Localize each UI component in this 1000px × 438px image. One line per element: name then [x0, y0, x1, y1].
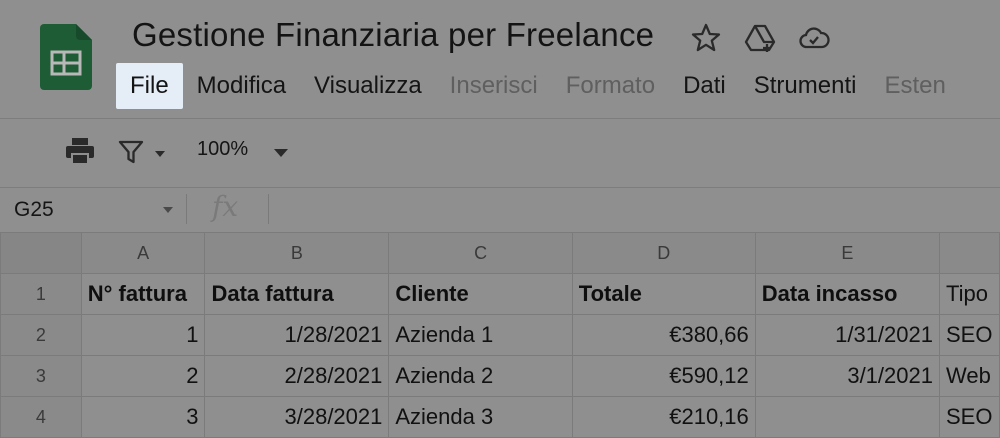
- cell[interactable]: €380,66: [571, 314, 756, 356]
- menu-dati[interactable]: Dati: [669, 63, 740, 109]
- formula-separator-2: [268, 194, 269, 224]
- column-header-f[interactable]: [938, 232, 1000, 274]
- cell[interactable]: 3/28/2021: [204, 396, 390, 438]
- zoom-dropdown-icon[interactable]: [273, 148, 289, 158]
- column-header-e[interactable]: E: [754, 232, 940, 274]
- menu-bar: File Modifica Visualizza Inserisci Forma…: [116, 63, 960, 109]
- filter-icon[interactable]: [118, 140, 144, 164]
- menu-file[interactable]: File: [116, 63, 183, 109]
- menu-formato[interactable]: Formato: [552, 63, 669, 109]
- name-box-dropdown-icon[interactable]: [162, 206, 174, 214]
- name-box[interactable]: G25: [14, 198, 54, 222]
- table-row: 4 3 3/28/2021 Azienda 3 €210,16 SEO: [0, 396, 1000, 438]
- table-row: 1 N° fattura Data fattura Cliente Totale…: [0, 273, 1000, 315]
- cell[interactable]: Azienda 3: [388, 396, 573, 438]
- menu-estensioni[interactable]: Esten: [870, 63, 959, 109]
- move-to-drive-icon[interactable]: [744, 22, 776, 54]
- document-title[interactable]: Gestione Finanziaria per Freelance: [132, 16, 654, 54]
- spreadsheet-grid: A B C D E 1 N° fattura Data fattura Clie…: [0, 232, 1000, 438]
- cell[interactable]: 1: [80, 314, 206, 356]
- table-row: 2 1 1/28/2021 Azienda 1 €380,66 1/31/202…: [0, 314, 1000, 356]
- cell[interactable]: 1/31/2021: [754, 314, 940, 356]
- formula-input[interactable]: [282, 192, 982, 228]
- cell[interactable]: Data fattura: [204, 273, 390, 315]
- cell[interactable]: SEO: [938, 396, 1000, 438]
- cell[interactable]: Azienda 2: [388, 355, 573, 397]
- menu-strumenti[interactable]: Strumenti: [740, 63, 871, 109]
- cell[interactable]: Web: [938, 355, 1000, 397]
- row-header[interactable]: 2: [0, 314, 82, 356]
- cell[interactable]: 2/28/2021: [204, 355, 390, 397]
- menu-visualizza[interactable]: Visualizza: [300, 63, 436, 109]
- menu-inserisci[interactable]: Inserisci: [436, 63, 552, 109]
- zoom-select[interactable]: 100%: [197, 138, 248, 161]
- column-header-a[interactable]: A: [80, 232, 206, 274]
- cell[interactable]: Totale: [571, 273, 756, 315]
- column-header-c[interactable]: C: [388, 232, 573, 274]
- cell[interactable]: Tipo: [938, 273, 1000, 315]
- column-header-d[interactable]: D: [571, 232, 756, 274]
- cloud-saved-icon[interactable]: [798, 22, 830, 54]
- star-icon[interactable]: [690, 22, 722, 54]
- header-divider: [0, 118, 1000, 119]
- app-header: Gestione Finanziaria per Freelance File …: [0, 0, 1000, 118]
- select-all-corner[interactable]: [0, 232, 82, 274]
- toolbar: [0, 120, 1000, 186]
- cell[interactable]: 1/28/2021: [204, 314, 390, 356]
- cell[interactable]: Azienda 1: [388, 314, 573, 356]
- column-header-b[interactable]: B: [204, 232, 390, 274]
- fx-icon: fx: [212, 190, 239, 223]
- cell[interactable]: 3/1/2021: [754, 355, 940, 397]
- cell[interactable]: €210,16: [571, 396, 756, 438]
- cell[interactable]: 3: [80, 396, 206, 438]
- cell[interactable]: €590,12: [571, 355, 756, 397]
- cell[interactable]: Cliente: [388, 273, 573, 315]
- table-row: 3 2 2/28/2021 Azienda 2 €590,12 3/1/2021…: [0, 355, 1000, 397]
- menu-modifica[interactable]: Modifica: [183, 63, 300, 109]
- row-header[interactable]: 1: [0, 273, 82, 315]
- row-header[interactable]: 4: [0, 396, 82, 438]
- cell[interactable]: Data incasso: [754, 273, 940, 315]
- filter-dropdown-icon[interactable]: [154, 150, 166, 158]
- cell[interactable]: 2: [80, 355, 206, 397]
- sheets-logo-icon[interactable]: [38, 22, 94, 92]
- cell[interactable]: N° fattura: [80, 273, 206, 315]
- cell[interactable]: [754, 396, 940, 438]
- cell[interactable]: SEO: [938, 314, 1000, 356]
- formula-separator: [186, 194, 187, 224]
- print-icon[interactable]: [64, 136, 96, 166]
- column-header-row: A B C D E: [0, 232, 1000, 274]
- row-header[interactable]: 3: [0, 355, 82, 397]
